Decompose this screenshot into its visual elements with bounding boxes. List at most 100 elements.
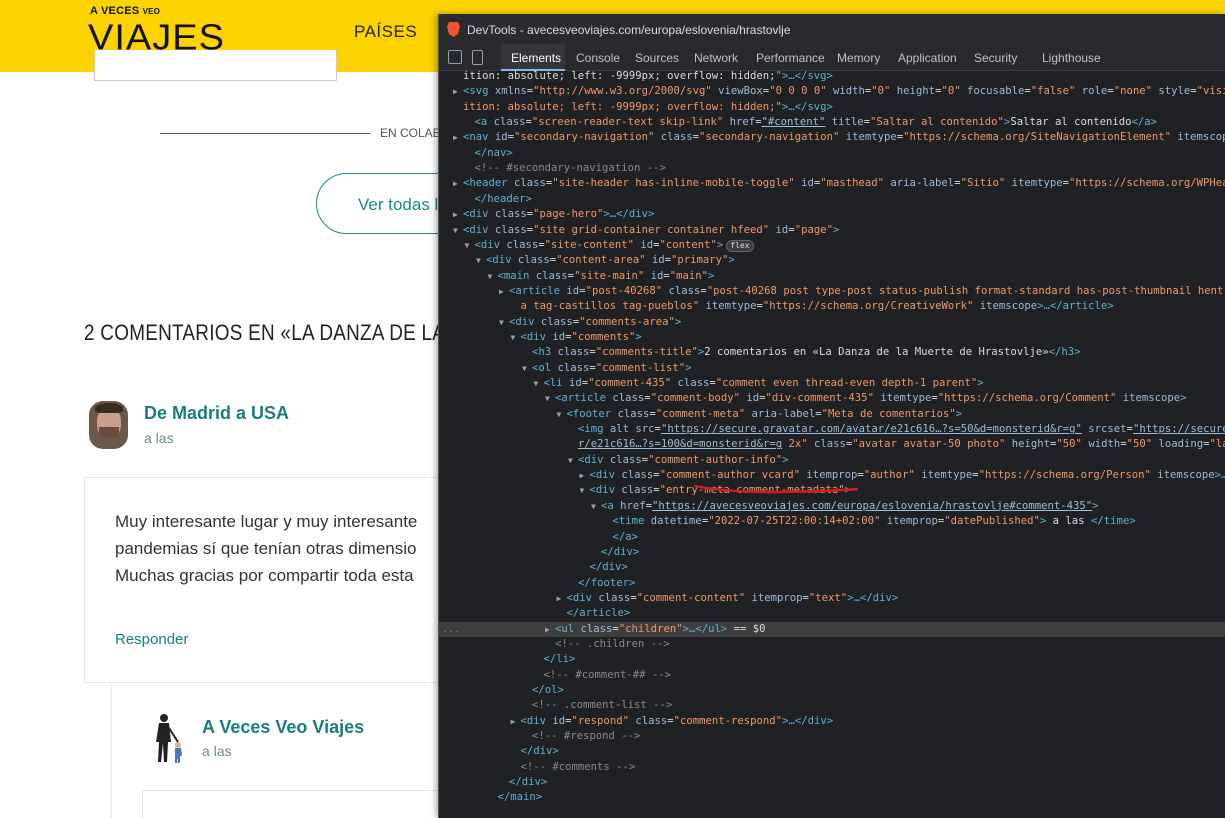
dom-node-line[interactable]: </div>	[439, 545, 639, 560]
dom-node-line[interactable]: ▼ <div class="comment-author-info">	[439, 453, 789, 468]
code-token[interactable]: "https://avecesveoviajes.com/europa/eslo…	[652, 500, 1092, 512]
dom-node-line[interactable]: ▶ <div class="page-hero">…</div>	[439, 207, 654, 222]
collapse-triangle-icon[interactable]: ▼	[557, 407, 567, 422]
collapse-triangle-icon[interactable]: ▼	[476, 253, 486, 268]
tab-elements[interactable]: Elements	[511, 51, 561, 65]
code-token[interactable]: r/e21c616…?s=100&d=monsterid&r=g	[578, 438, 782, 450]
comment-author-link[interactable]: De Madrid a USA	[144, 403, 289, 424]
dom-node-line[interactable]: </div>	[439, 560, 628, 575]
tab-security[interactable]: Security	[974, 51, 1017, 65]
code-token: "comment-435"	[588, 377, 672, 389]
dom-node-line[interactable]: ▼ <article class="comment-body" id="div-c…	[439, 391, 1187, 406]
nav-item-paises[interactable]: PAÍSES	[354, 22, 417, 42]
expand-triangle-icon[interactable]: ▶	[580, 468, 590, 483]
dom-node-line[interactable]: ▼ <div class="site grid-container contain…	[439, 223, 839, 238]
dom-node-line[interactable]: ▼ <div class="site-content" id="content">…	[439, 238, 754, 253]
flex-badge[interactable]: flex	[726, 239, 754, 252]
dom-node-line[interactable]: ▼ <li id="comment-435" class="comment eve…	[439, 376, 984, 391]
dom-node-line[interactable]: ▼ <ol class="comment-list">	[439, 361, 691, 376]
expand-triangle-icon[interactable]: ▶	[453, 84, 463, 99]
more-actions-icon[interactable]: ...	[442, 622, 460, 637]
inspect-element-icon[interactable]	[448, 50, 462, 64]
expand-triangle-icon[interactable]: ▶	[453, 130, 463, 145]
devtools-titlebar[interactable]: DevTools - avecesveoviajes.com/europa/es…	[439, 14, 1225, 44]
dom-node-line[interactable]: <h3 class="comments-title">2 comentarios…	[439, 345, 1081, 360]
dom-node-line[interactable]: ▶ <div class="comment-author vcard" itemp…	[439, 468, 1225, 483]
dom-node-line[interactable]: </main>	[439, 790, 543, 805]
elements-tree[interactable]: ition: absolute; left: -9999px; overflow…	[439, 71, 1225, 818]
dom-node-line[interactable]: </div>	[439, 744, 559, 759]
code-token: <header	[463, 177, 515, 190]
collapse-triangle-icon[interactable]: ▼	[453, 223, 463, 238]
comment-date-link[interactable]: a las	[202, 743, 232, 759]
expand-triangle-icon[interactable]: ▶	[499, 284, 509, 299]
dom-node-line[interactable]: <!-- #respond -->	[439, 729, 640, 744]
dom-node-line[interactable]: <time datetime="2022-07-25T22:00:14+02:0…	[439, 514, 1136, 529]
collapse-triangle-icon[interactable]: ▼	[499, 315, 509, 330]
code-token[interactable]: "https://secure.gravat	[1133, 423, 1225, 435]
dom-node-line[interactable]: </li>	[439, 652, 576, 667]
dom-node-line[interactable]: <!-- #comment-## -->	[439, 668, 672, 683]
tab-memory[interactable]: Memory	[837, 51, 880, 65]
dom-node-line[interactable]: ▶ <nav id="secondary-navigation" class="s…	[439, 130, 1225, 145]
dom-node-line[interactable]: ition: absolute; left: -9999px; overflow…	[439, 100, 833, 115]
code-token[interactable]: "#content"	[762, 116, 826, 128]
dom-node-line[interactable]: <!-- #secondary-navigation -->	[439, 161, 666, 176]
dom-node-line[interactable]: ... ▶ <ul class="children">…</ul> == $0	[439, 621, 1225, 637]
dom-node-line[interactable]: ▶ <svg xmlns="http://www.w3.org/2000/svg"…	[439, 84, 1225, 99]
collapse-triangle-icon[interactable]: ▼	[522, 361, 532, 376]
tab-sources[interactable]: Sources	[635, 51, 679, 65]
dom-node-line[interactable]: ▼ <main class="site-main" id="main">	[439, 269, 715, 284]
tab-network[interactable]: Network	[694, 51, 738, 65]
dom-node-line[interactable]: <!-- #comments -->	[439, 760, 636, 775]
dom-node-line[interactable]: <!-- .comment-list -->	[439, 698, 672, 713]
dom-node-line[interactable]: </div>	[439, 775, 547, 790]
dom-node-line[interactable]: ▼ <div id="comments">	[439, 330, 642, 345]
code-token: class	[621, 469, 654, 482]
dom-node-line[interactable]: ▼ <footer class="comment-meta" aria-label…	[439, 407, 963, 422]
dom-node-line[interactable]: ▶ <div class="comment-content" itemprop="…	[439, 591, 899, 606]
collapse-triangle-icon[interactable]: ▼	[511, 330, 521, 345]
dom-node-line[interactable]: <a class="screen-reader-text skip-link" …	[439, 115, 1158, 130]
dom-node-line[interactable]: ▼ <div class="content-area" id="primary">	[439, 253, 735, 268]
dom-node-line[interactable]: ▼ <div class="comments-area">	[439, 315, 681, 330]
collapse-triangle-icon[interactable]: ▼	[591, 499, 601, 514]
dom-node-line[interactable]: </header>	[439, 192, 532, 207]
code-token[interactable]: "https://secure.gravatar.com/avatar/e21c…	[661, 423, 1082, 435]
dom-node-line[interactable]: ▼ <a href="https://avecesveoviajes.com/eu…	[439, 499, 1099, 514]
dom-node-line[interactable]: </a>	[439, 530, 639, 545]
dom-node-line[interactable]: <!-- .children -->	[439, 637, 670, 652]
dom-node-line[interactable]: </article>	[439, 606, 631, 621]
comment-date-link[interactable]: a las	[144, 430, 174, 446]
reply-link[interactable]: Responder	[115, 631, 188, 648]
dom-node-line[interactable]: <img alt src="https://secure.gravatar.co…	[439, 422, 1225, 437]
code-token: itemprop	[880, 515, 938, 528]
tab-lighthouse[interactable]: Lighthouse	[1042, 51, 1101, 65]
collapse-triangle-icon[interactable]: ▼	[568, 453, 578, 468]
tab-console[interactable]: Console	[576, 51, 620, 65]
expand-triangle-icon[interactable]: ▶	[557, 591, 567, 606]
collapse-triangle-icon[interactable]: ▼	[580, 483, 590, 498]
expand-triangle-icon[interactable]: ▶	[511, 714, 521, 729]
dom-node-line[interactable]: ▶ <article id="post-40268" class="post-40…	[439, 284, 1225, 299]
tab-application[interactable]: Application	[898, 51, 957, 65]
code-token: id	[566, 284, 580, 297]
dom-node-line[interactable]: ition: absolute; left: -9999px; overflow…	[439, 71, 833, 84]
dom-node-line[interactable]: </nav>	[439, 146, 513, 161]
dom-node-line[interactable]: r/e21c616…?s=100&d=monsterid&r=g 2x" cla…	[439, 437, 1225, 452]
tab-performance[interactable]: Performance	[756, 51, 825, 65]
dom-node-line[interactable]: </ol>	[439, 683, 564, 698]
collapse-triangle-icon[interactable]: ▼	[534, 376, 544, 391]
collapse-triangle-icon[interactable]: ▼	[488, 269, 498, 284]
expand-triangle-icon[interactable]: ▶	[453, 207, 463, 222]
expand-triangle-icon[interactable]: ▶	[453, 176, 463, 191]
collapse-triangle-icon[interactable]: ▼	[465, 238, 475, 253]
collapse-triangle-icon[interactable]: ▼	[545, 391, 555, 406]
dom-node-line[interactable]: ▶ <header class="site-header has-inline-m…	[439, 176, 1225, 191]
comment-author-link[interactable]: A Veces Veo Viajes	[202, 717, 364, 738]
dom-node-line[interactable]: </footer>	[439, 576, 635, 591]
device-toolbar-icon[interactable]	[472, 50, 483, 65]
dom-node-line[interactable]: ▶ <div id="respond" class="comment-respon…	[439, 714, 834, 729]
expand-triangle-icon[interactable]: ▶	[545, 622, 555, 637]
dom-node-line[interactable]: a tag-castillos tag-pueblos" itemtype="h…	[439, 299, 1114, 314]
